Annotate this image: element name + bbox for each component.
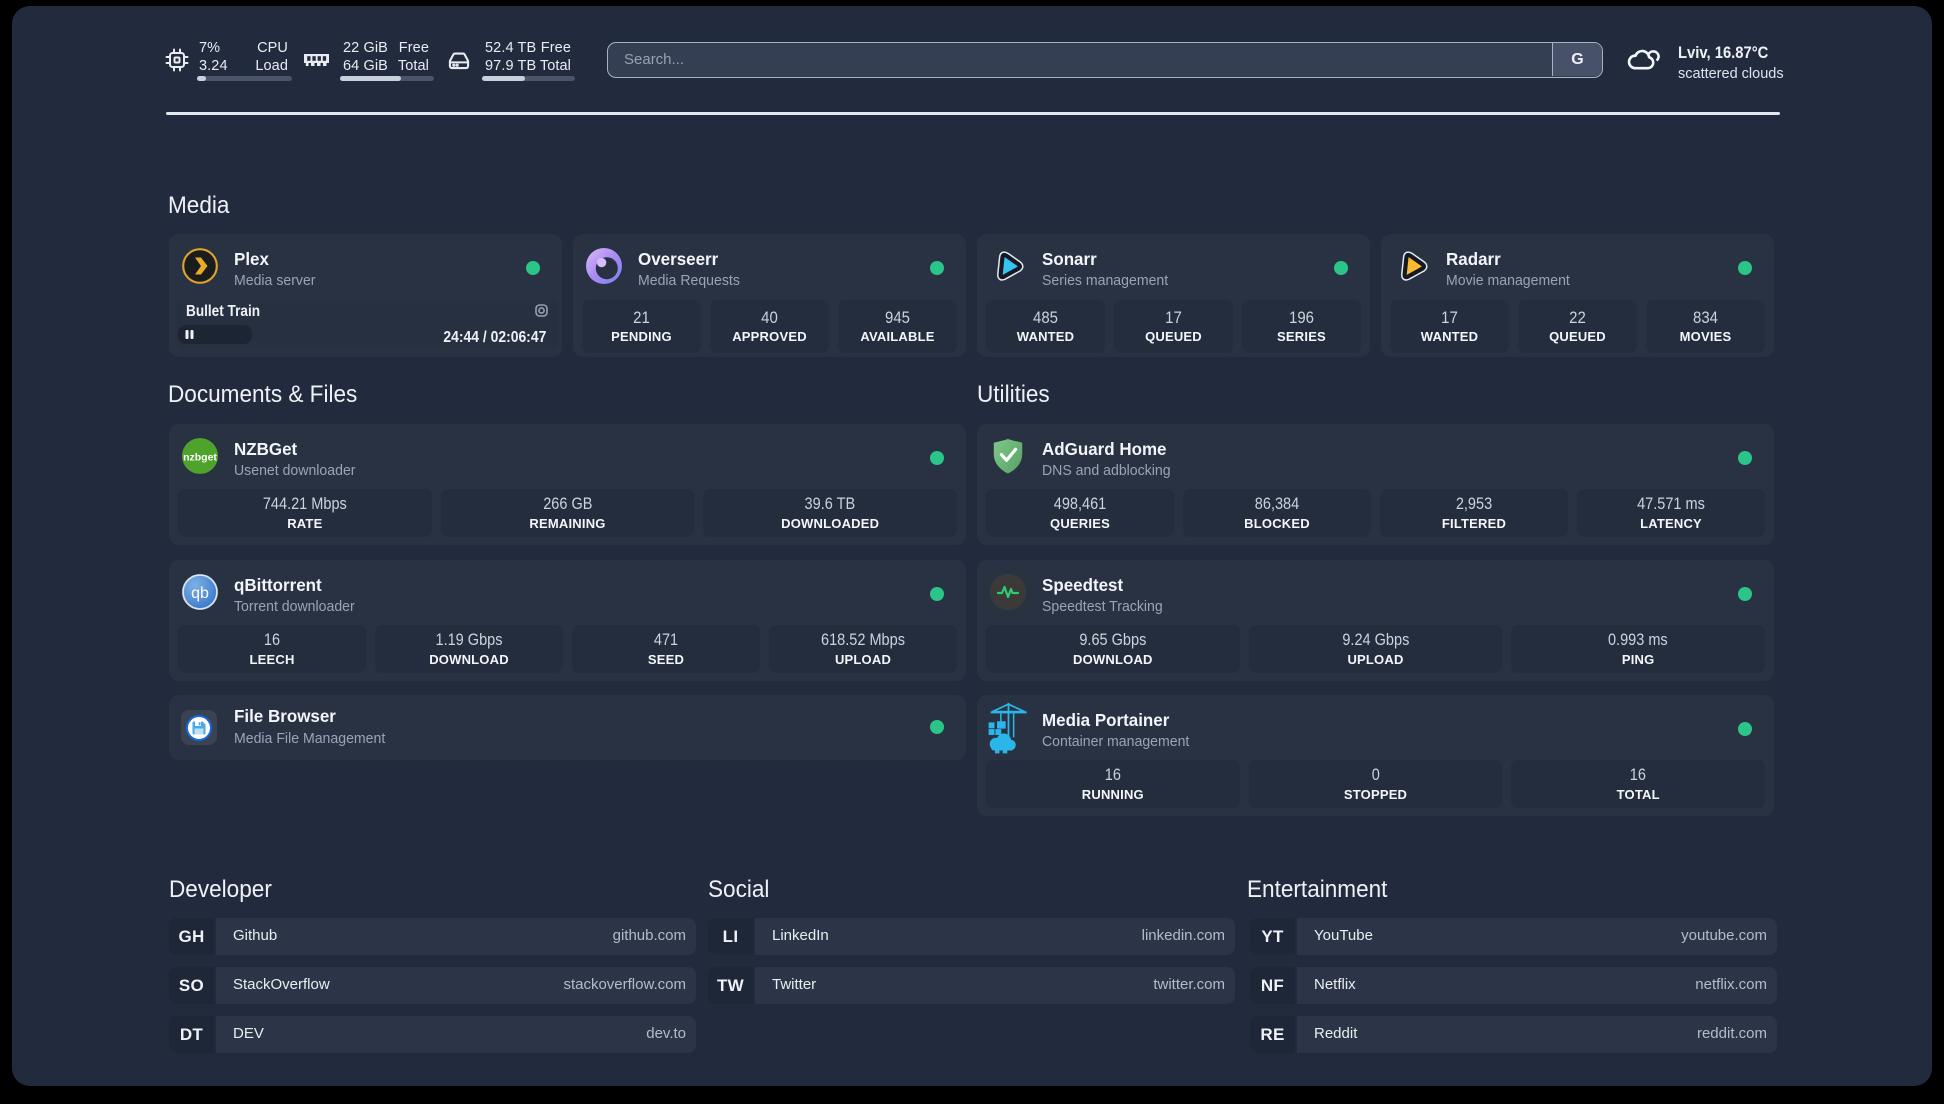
svg-text:nzbget: nzbget bbox=[183, 452, 217, 464]
svg-text:qb: qb bbox=[191, 585, 209, 602]
